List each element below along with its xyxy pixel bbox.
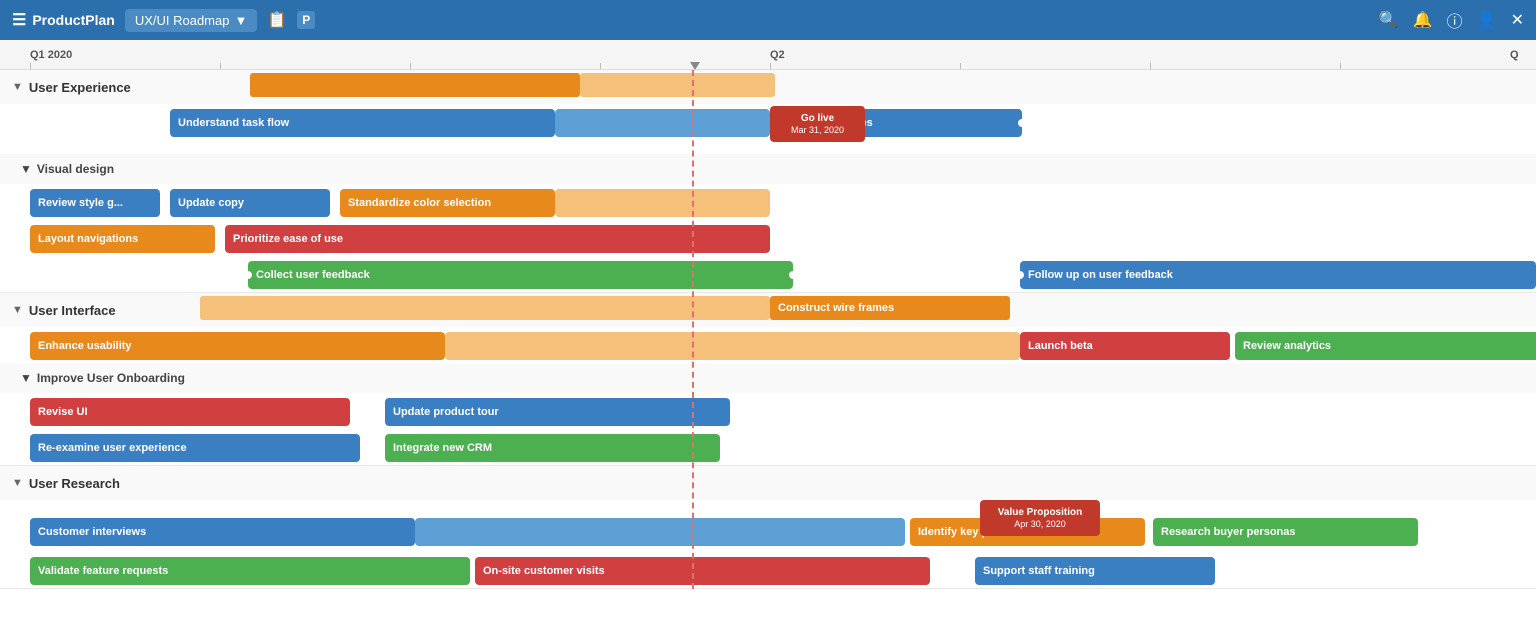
- bar-go-live[interactable]: Go live Mar 31, 2020: [770, 106, 865, 142]
- q3-label: Q: [1510, 49, 1519, 61]
- bell-icon[interactable]: 🔔: [1413, 10, 1433, 30]
- bar-layout-nav[interactable]: Layout navigations: [30, 225, 215, 253]
- bar-update-copy[interactable]: Update copy: [170, 189, 330, 217]
- lane-title-ui: User Interface: [29, 303, 116, 318]
- bar-launch-beta[interactable]: Launch beta: [1020, 332, 1230, 360]
- ui-row1: Enhance usability Launch beta Review ana…: [0, 327, 1536, 363]
- lane-title-ur: User Research: [29, 476, 120, 491]
- ur-row1: Value Proposition Apr 30, 2020 Customer …: [0, 500, 1536, 552]
- q2-label: Q2: [770, 49, 785, 61]
- bar-update-product-tour[interactable]: Update product tour: [385, 398, 730, 426]
- bar-standardize-color[interactable]: Standardize color selection: [340, 189, 555, 217]
- bar-customer-interviews-ext[interactable]: [415, 518, 905, 546]
- lane-title-ue: User Experience: [29, 80, 131, 95]
- lane-user-experience: ▼ User Experience Go live Mar 31, 2020 U…: [0, 70, 1536, 293]
- sub-lane-visual-design: ▼ Visual design: [0, 154, 1536, 184]
- bar-prioritize[interactable]: Prioritize ease of use: [225, 225, 770, 253]
- chevron-ui[interactable]: ▼: [12, 304, 23, 316]
- chevron-vd[interactable]: ▼: [20, 162, 32, 176]
- header: ☰ ProductPlan UX/UI Roadmap ▼ 📋 P 🔍 🔔 ⓘ …: [0, 0, 1536, 40]
- sub-lane-title-onboarding: Improve User Onboarding: [37, 371, 185, 385]
- roadmap-tab[interactable]: UX/UI Roadmap ▼: [125, 9, 258, 32]
- bar-enhance-usability[interactable]: Enhance usability: [30, 332, 445, 360]
- logo-text: ProductPlan: [32, 12, 114, 28]
- onboarding-row2: Re-examine user experience Integrate new…: [0, 429, 1536, 465]
- bar-task-flow-ext[interactable]: [555, 109, 770, 137]
- bar-review-analytics[interactable]: Review analytics: [1235, 332, 1536, 360]
- roadmap-wrapper: Q1 2020 Q2 Q ▼ User Experien: [0, 40, 1536, 634]
- bar-validate-feature[interactable]: Validate feature requests: [30, 557, 470, 585]
- header-icons: 🔍 🔔 ⓘ 👤 ✕: [1379, 8, 1524, 32]
- today-arrow: [690, 62, 700, 70]
- product-icon[interactable]: P: [297, 11, 315, 29]
- bar-enhance-light[interactable]: [445, 332, 1020, 360]
- sub-lane-onboarding: ▼ Improve User Onboarding Construct wire…: [0, 363, 1536, 393]
- bar-follow-up-feedback[interactable]: Follow up on user feedback: [1020, 261, 1536, 289]
- hamburger-icon[interactable]: ☰: [12, 10, 26, 30]
- lane-user-interface: ▼ User Interface Enhance usability Launc…: [0, 293, 1536, 466]
- expand-icon[interactable]: ✕: [1511, 10, 1524, 30]
- bar-review-style[interactable]: Review style g...: [30, 189, 160, 217]
- bar-collect-feedback[interactable]: Collect user feedback: [248, 261, 793, 289]
- bar-reexamine-ux[interactable]: Re-examine user experience: [30, 434, 360, 462]
- bar-understand-task-flow[interactable]: Understand task flow: [170, 109, 555, 137]
- help-icon[interactable]: ⓘ: [1447, 8, 1463, 32]
- bar-visual-design-light2[interactable]: [555, 189, 770, 217]
- app-container: ☰ ProductPlan UX/UI Roadmap ▼ 📋 P 🔍 🔔 ⓘ …: [0, 0, 1536, 634]
- bar-research-buyer-personas[interactable]: Research buyer personas: [1153, 518, 1418, 546]
- bar-revise-ui[interactable]: Revise UI: [30, 398, 350, 426]
- ue-row1: Go live Mar 31, 2020 Understand task flo…: [0, 104, 1536, 154]
- quarters-bar: Q1 2020 Q2 Q: [0, 40, 1536, 70]
- search-icon[interactable]: 🔍: [1379, 10, 1399, 30]
- timeline-scroll: Q1 2020 Q2 Q ▼ User Experien: [0, 40, 1536, 589]
- bar-onsite-visits[interactable]: On-site customer visits: [475, 557, 930, 585]
- lane-header-ur: ▼ User Research: [0, 466, 1536, 500]
- bar-value-proposition[interactable]: Value Proposition Apr 30, 2020: [980, 500, 1100, 536]
- bar-integrate-crm[interactable]: Integrate new CRM: [385, 434, 720, 462]
- sub-lane-title-vd: Visual design: [37, 162, 114, 176]
- bar-visual-design-light[interactable]: [580, 73, 775, 97]
- bar-visual-design-orange[interactable]: [250, 73, 580, 97]
- vd-row1: Review style g... Update copy Standardiz…: [0, 184, 1536, 220]
- feedback-row: Collect user feedback Follow up on user …: [0, 256, 1536, 292]
- header-logo: ☰ ProductPlan: [12, 10, 115, 30]
- q1-label: Q1 2020: [30, 49, 72, 61]
- lane-user-research: ▼ User Research Value Proposition Apr 30…: [0, 466, 1536, 589]
- onboarding-row1: Revise UI Update product tour: [0, 393, 1536, 429]
- chevron-ue[interactable]: ▼: [12, 81, 23, 93]
- bar-customer-interviews[interactable]: Customer interviews: [30, 518, 415, 546]
- bar-support-training[interactable]: Support staff training: [975, 557, 1215, 585]
- chevron-down-icon: ▼: [234, 13, 247, 28]
- bar-construct-wireframes[interactable]: Construct wire frames: [770, 296, 1010, 320]
- bar-onboarding-light[interactable]: [200, 296, 770, 320]
- ur-row2: Validate feature requests On-site custom…: [0, 552, 1536, 588]
- chevron-ur[interactable]: ▼: [12, 477, 23, 489]
- chevron-onboarding[interactable]: ▼: [20, 371, 32, 385]
- vd-row2: Layout navigations Prioritize ease of us…: [0, 220, 1536, 256]
- user-icon[interactable]: 👤: [1477, 10, 1497, 30]
- tab-label: UX/UI Roadmap: [135, 13, 230, 28]
- clipboard-icon[interactable]: 📋: [267, 10, 287, 30]
